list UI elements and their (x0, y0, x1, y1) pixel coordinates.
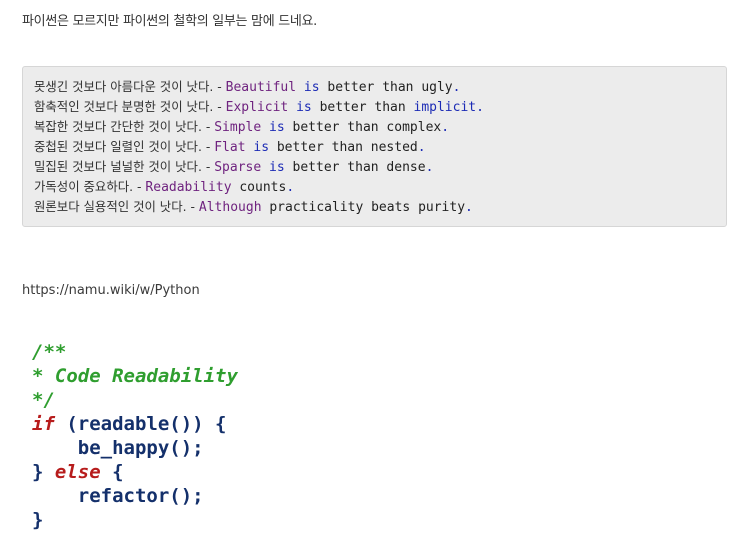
phrase: counts (231, 180, 287, 195)
korean-text: 함축적인 것보다 분명한 것이 낫다. - (34, 99, 226, 114)
phrase-end: . (465, 200, 473, 215)
operator-is: is (245, 140, 277, 155)
phrase: better than (319, 100, 414, 115)
comment-title: * Code Readability (32, 365, 238, 387)
intro-text: 파이썬은 모르지만 파이썬의 철학의 일부는 맘에 드네요. (22, 14, 318, 29)
code-line: 함축적인 것보다 분명한 것이 낫다. - Explicit is better… (34, 97, 715, 117)
keyword: Readability (145, 180, 232, 195)
else-line: } else { (32, 460, 238, 484)
code-line: 가독성이 중요하다. - Readability counts. (34, 177, 715, 197)
code-line: 밀집된 것보다 널널한 것이 낫다. - Sparse is better th… (34, 157, 715, 177)
korean-text: 가독성이 중요하다. - (34, 179, 146, 194)
keyword: Beautiful (225, 80, 297, 95)
brace-open: { (100, 461, 124, 483)
operator-is: is (261, 160, 293, 175)
keyword: Sparse (214, 160, 262, 175)
phrase: better than nested (276, 140, 418, 155)
comment-open: /** (32, 341, 67, 363)
phrase-end: . (417, 140, 426, 155)
code-line: 원론보다 실용적인 것이 낫다. - Although practicality… (34, 197, 715, 217)
code-line: 중첩된 것보다 일렬인 것이 낫다. - Flat is better than… (34, 137, 715, 157)
phrase: practicality beats purity (261, 200, 466, 215)
if-condition: (readable()) { (54, 413, 227, 435)
phrase-end: . (425, 160, 434, 175)
code-readability-snippet: /** * Code Readability */ if (readable()… (32, 340, 238, 532)
keyword: Explicit (225, 100, 289, 115)
code-line: 못생긴 것보다 아름다운 것이 낫다. - Beautiful is bette… (34, 77, 715, 97)
code-line: 복잡한 것보다 간단한 것이 낫다. - Simple is better th… (34, 117, 715, 137)
keyword: Flat (214, 140, 246, 155)
korean-text: 복잡한 것보다 간단한 것이 낫다. - (34, 119, 215, 134)
if-line: if (readable()) { (32, 412, 238, 436)
final-brace: } (32, 509, 44, 531)
korean-text: 밀집된 것보다 널널한 것이 낫다. - (34, 159, 215, 174)
python-zen-code-block: 못생긴 것보다 아름다운 것이 낫다. - Beautiful is bette… (22, 66, 727, 227)
phrase-end: . (286, 180, 295, 195)
phrase: better than complex (292, 120, 442, 135)
comment-close: */ (32, 389, 55, 411)
operator-is: is (261, 120, 293, 135)
keyword: Simple (214, 120, 262, 135)
korean-text: 못생긴 것보다 아름다운 것이 낫다. - (34, 79, 226, 94)
else-keyword: else (54, 461, 101, 483)
korean-text: 원론보다 실용적인 것이 낫다. - (34, 199, 199, 214)
source-link[interactable]: https://namu.wiki/w/Python (22, 282, 200, 300)
phrase-end: . (441, 120, 450, 135)
brace-close: } (32, 461, 55, 483)
phrase-end: . (452, 80, 461, 95)
operator-is: is (296, 80, 328, 95)
phrase-end: implicit. (413, 100, 484, 115)
phrase: better than ugly (327, 80, 453, 95)
refactor-call: refactor(); (32, 485, 204, 507)
happy-call: be_happy(); (32, 437, 204, 459)
if-keyword: if (32, 413, 55, 435)
phrase: better than dense (292, 160, 426, 175)
operator-is: is (288, 100, 320, 115)
keyword: Although (198, 200, 262, 215)
korean-text: 중첩된 것보다 일렬인 것이 낫다. - (34, 139, 215, 154)
